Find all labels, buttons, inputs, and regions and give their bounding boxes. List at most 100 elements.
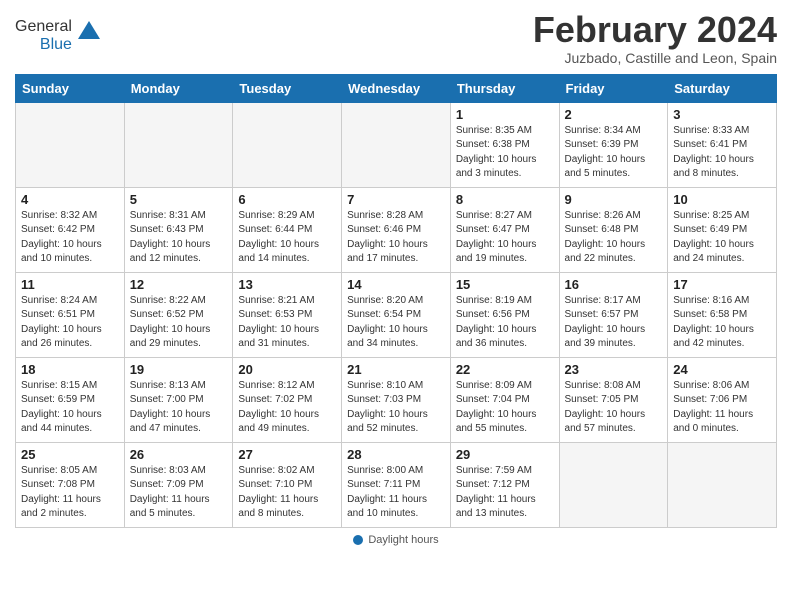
day-number: 28: [347, 447, 445, 462]
weekday-header-sunday: Sunday: [16, 74, 125, 102]
day-cell-29: 29 Sunrise: 7:59 AM Sunset: 7:12 PM Dayli…: [450, 442, 559, 527]
day-number: 12: [130, 277, 228, 292]
day-info: Sunrise: 8:13 AM Sunset: 7:00 PM Dayligh…: [130, 379, 228, 437]
week-row-1: 1 Sunrise: 8:35 AM Sunset: 6:38 PM Daylig…: [16, 102, 777, 187]
day-number: 25: [21, 447, 119, 462]
day-number: 11: [21, 277, 119, 292]
day-info: Sunrise: 8:28 AM Sunset: 6:46 PM Dayligh…: [347, 209, 445, 267]
day-cell-3: 3Sunrise: 8:33 AM Sunset: 6:41 PM Daylig…: [668, 102, 777, 187]
footer: Daylight hours: [15, 534, 777, 546]
week-row-3: 11Sunrise: 8:24 AM Sunset: 6:51 PM Dayli…: [16, 272, 777, 357]
day-cell-13: 13 Sunrise: 8:21 AM Sunset: 6:53 PM Dayli…: [233, 272, 342, 357]
day-number: 29: [456, 447, 554, 462]
day-number: 27: [238, 447, 336, 462]
day-number: 1: [456, 107, 554, 122]
day-number: 9: [565, 192, 663, 207]
logo-icon: [78, 19, 100, 41]
day-info: Sunrise: 8:20 AM Sunset: 6:54 PM Dayligh…: [347, 294, 445, 352]
weekday-header-thursday: Thursday: [450, 74, 559, 102]
day-number: 16: [565, 277, 663, 292]
day-info: Sunrise: 8:17 AM Sunset: 6:57 PM Dayligh…: [565, 294, 663, 352]
day-info: Sunrise: 8:08 AM Sunset: 7:05 PM Dayligh…: [565, 379, 663, 437]
empty-cell: [233, 102, 342, 187]
day-number: 2: [565, 107, 663, 122]
day-cell-10: 10 Sunrise: 8:25 AM Sunset: 6:49 PM Dayli…: [668, 187, 777, 272]
day-info: Sunrise: 8:06 AM Sunset: 7:06 PM Dayligh…: [673, 379, 771, 437]
day-info: Sunrise: 8:22 AM Sunset: 6:52 PM Dayligh…: [130, 294, 228, 352]
day-number: 20: [238, 362, 336, 377]
day-number: 5: [130, 192, 228, 207]
page-container: General Blue February 2024 Juzbado, Cast…: [15, 10, 777, 546]
day-cell-2: 2 Sunrise: 8:34 AM Sunset: 6:39 PM Daylig…: [559, 102, 668, 187]
weekday-header-monday: Monday: [124, 74, 233, 102]
calendar-table: SundayMondayTuesdayWednesdayThursdayFrid…: [15, 74, 777, 528]
header-row: SundayMondayTuesdayWednesdayThursdayFrid…: [16, 74, 777, 102]
day-info: Sunrise: 8:00 AM Sunset: 7:11 PM Dayligh…: [347, 464, 445, 522]
day-cell-8: 8 Sunrise: 8:27 AM Sunset: 6:47 PM Daylig…: [450, 187, 559, 272]
month-title: February 2024: [533, 10, 777, 50]
day-number: 8: [456, 192, 554, 207]
day-info: Sunrise: 8:31 AM Sunset: 6:43 PM Dayligh…: [130, 209, 228, 267]
day-info: Sunrise: 8:29 AM Sunset: 6:44 PM Dayligh…: [238, 209, 336, 267]
weekday-header-saturday: Saturday: [668, 74, 777, 102]
day-number: 21: [347, 362, 445, 377]
day-cell-21: 21 Sunrise: 8:10 AM Sunset: 7:03 PM Dayli…: [342, 357, 451, 442]
weekday-header-wednesday: Wednesday: [342, 74, 451, 102]
day-info: Sunrise: 8:35 AM Sunset: 6:38 PM Dayligh…: [456, 124, 554, 182]
day-cell-16: 16 Sunrise: 8:17 AM Sunset: 6:57 PM Dayli…: [559, 272, 668, 357]
day-info: Sunrise: 8:27 AM Sunset: 6:47 PM Dayligh…: [456, 209, 554, 267]
day-info: Sunrise: 8:21 AM Sunset: 6:53 PM Dayligh…: [238, 294, 336, 352]
day-number: 26: [130, 447, 228, 462]
logo-blue-text: Blue: [40, 36, 72, 54]
day-info: Sunrise: 8:03 AM Sunset: 7:09 PM Dayligh…: [130, 464, 228, 522]
day-info: Sunrise: 8:02 AM Sunset: 7:10 PM Dayligh…: [238, 464, 336, 522]
day-info: Sunrise: 7:59 AM Sunset: 7:12 PM Dayligh…: [456, 464, 554, 522]
week-row-4: 18 Sunrise: 8:15 AM Sunset: 6:59 PM Dayli…: [16, 357, 777, 442]
day-cell-9: 9Sunrise: 8:26 AM Sunset: 6:48 PM Daylig…: [559, 187, 668, 272]
logo-general-text: General: [15, 18, 72, 36]
empty-cell: [668, 442, 777, 527]
day-info: Sunrise: 8:10 AM Sunset: 7:03 PM Dayligh…: [347, 379, 445, 437]
day-number: 15: [456, 277, 554, 292]
day-number: 10: [673, 192, 771, 207]
day-info: Sunrise: 8:19 AM Sunset: 6:56 PM Dayligh…: [456, 294, 554, 352]
week-row-2: 4Sunrise: 8:32 AM Sunset: 6:42 PM Daylig…: [16, 187, 777, 272]
day-cell-1: 1 Sunrise: 8:35 AM Sunset: 6:38 PM Daylig…: [450, 102, 559, 187]
daylight-label: Daylight hours: [368, 534, 438, 546]
empty-cell: [342, 102, 451, 187]
day-number: 19: [130, 362, 228, 377]
day-cell-5: 5 Sunrise: 8:31 AM Sunset: 6:43 PM Daylig…: [124, 187, 233, 272]
day-number: 3: [673, 107, 771, 122]
title-area: February 2024 Juzbado, Castille and Leon…: [533, 10, 777, 66]
day-number: 22: [456, 362, 554, 377]
day-cell-7: 7 Sunrise: 8:28 AM Sunset: 6:46 PM Daylig…: [342, 187, 451, 272]
day-number: 17: [673, 277, 771, 292]
day-number: 13: [238, 277, 336, 292]
day-cell-19: 19 Sunrise: 8:13 AM Sunset: 7:00 PM Dayli…: [124, 357, 233, 442]
day-info: Sunrise: 8:12 AM Sunset: 7:02 PM Dayligh…: [238, 379, 336, 437]
day-info: Sunrise: 8:09 AM Sunset: 7:04 PM Dayligh…: [456, 379, 554, 437]
day-info: Sunrise: 8:05 AM Sunset: 7:08 PM Dayligh…: [21, 464, 119, 522]
day-cell-28: 28 Sunrise: 8:00 AM Sunset: 7:11 PM Dayli…: [342, 442, 451, 527]
day-number: 7: [347, 192, 445, 207]
day-cell-12: 12 Sunrise: 8:22 AM Sunset: 6:52 PM Dayli…: [124, 272, 233, 357]
day-cell-6: 6Sunrise: 8:29 AM Sunset: 6:44 PM Daylig…: [233, 187, 342, 272]
location: Juzbado, Castille and Leon, Spain: [533, 50, 777, 66]
week-row-5: 25 Sunrise: 8:05 AM Sunset: 7:08 PM Dayli…: [16, 442, 777, 527]
day-cell-18: 18 Sunrise: 8:15 AM Sunset: 6:59 PM Dayli…: [16, 357, 125, 442]
day-cell-25: 25 Sunrise: 8:05 AM Sunset: 7:08 PM Dayli…: [16, 442, 125, 527]
day-cell-4: 4Sunrise: 8:32 AM Sunset: 6:42 PM Daylig…: [16, 187, 125, 272]
day-info: Sunrise: 8:15 AM Sunset: 6:59 PM Dayligh…: [21, 379, 119, 437]
day-cell-26: 26 Sunrise: 8:03 AM Sunset: 7:09 PM Dayli…: [124, 442, 233, 527]
day-number: 18: [21, 362, 119, 377]
day-number: 14: [347, 277, 445, 292]
logo: General Blue: [15, 18, 100, 54]
day-info: Sunrise: 8:34 AM Sunset: 6:39 PM Dayligh…: [565, 124, 663, 182]
day-info: Sunrise: 8:25 AM Sunset: 6:49 PM Dayligh…: [673, 209, 771, 267]
empty-cell: [16, 102, 125, 187]
day-cell-11: 11Sunrise: 8:24 AM Sunset: 6:51 PM Dayli…: [16, 272, 125, 357]
daylight-dot: [353, 535, 363, 545]
empty-cell: [559, 442, 668, 527]
day-cell-15: 15 Sunrise: 8:19 AM Sunset: 6:56 PM Dayli…: [450, 272, 559, 357]
day-info: Sunrise: 8:32 AM Sunset: 6:42 PM Dayligh…: [21, 209, 119, 267]
